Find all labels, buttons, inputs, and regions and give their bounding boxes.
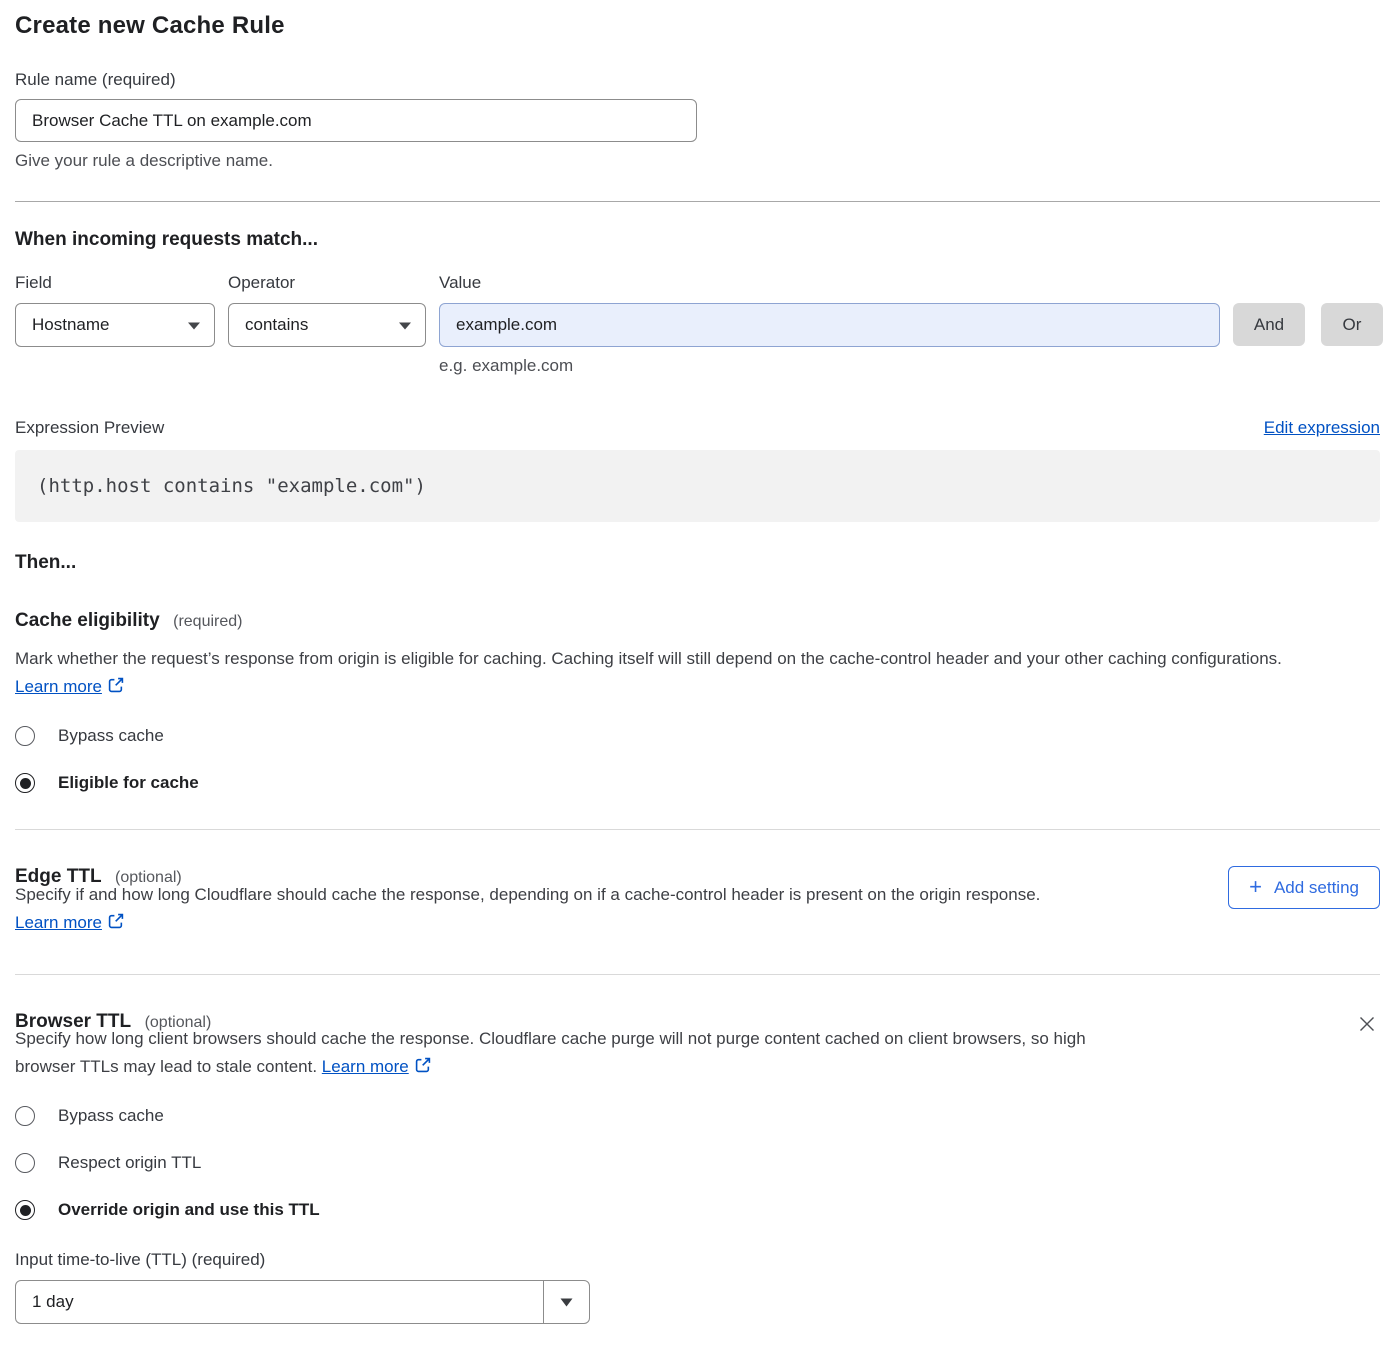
browser-ttl-radio-group: Bypass cache Respect origin TTL Override… — [15, 1106, 1380, 1220]
edge-ttl-description-text: Specify if and how long Cloudflare shoul… — [15, 885, 1040, 904]
radio-circle[interactable] — [15, 1153, 35, 1173]
rule-name-section: Rule name (required) Give your rule a de… — [15, 70, 1380, 171]
radio-bypass-cache[interactable]: Bypass cache — [15, 726, 1380, 746]
ttl-input-label: Input time-to-live (TTL) (required) — [15, 1250, 1380, 1270]
radio-eligible-for-cache[interactable]: Eligible for cache — [15, 773, 1380, 793]
ttl-select-value: 1 day — [16, 1281, 543, 1323]
and-button[interactable]: And — [1233, 303, 1305, 346]
ttl-select[interactable]: 1 day — [15, 1280, 590, 1324]
remove-browser-ttl-button[interactable] — [1354, 1011, 1380, 1037]
radio-browser-bypass-cache[interactable]: Bypass cache — [15, 1106, 1380, 1126]
add-setting-label: Add setting — [1274, 878, 1359, 898]
value-helper: e.g. example.com — [439, 356, 1220, 376]
external-link-icon — [108, 914, 124, 933]
operator-select[interactable]: contains — [228, 303, 426, 347]
browser-ttl-learn-more-link[interactable]: Learn more — [322, 1057, 409, 1076]
radio-respect-origin-ttl[interactable]: Respect origin TTL — [15, 1153, 1380, 1173]
edit-expression-link[interactable]: Edit expression — [1264, 418, 1380, 438]
external-link-icon — [108, 678, 124, 697]
rule-name-label: Rule name (required) — [15, 70, 1380, 90]
radio-label: Bypass cache — [58, 1106, 164, 1126]
match-heading: When incoming requests match... — [15, 229, 1380, 251]
then-heading: Then... — [15, 552, 1380, 574]
value-input[interactable] — [439, 303, 1220, 347]
add-setting-button[interactable]: + Add setting — [1228, 866, 1380, 909]
close-icon — [1356, 1013, 1378, 1035]
chevron-down-icon — [560, 1298, 573, 1307]
rule-name-input[interactable] — [15, 99, 697, 142]
field-select-value: Hostname — [32, 315, 109, 335]
plus-icon: + — [1249, 876, 1262, 898]
cache-eligibility-title: Cache eligibility — [15, 610, 160, 631]
radio-label: Bypass cache — [58, 726, 164, 746]
browser-ttl-description: Specify how long client browsers should … — [15, 1025, 1107, 1082]
cache-eligibility-description: Mark whether the request’s response from… — [15, 645, 1363, 702]
cache-eligibility-radio-group: Bypass cache Eligible for cache — [15, 726, 1380, 793]
page-title: Create new Cache Rule — [15, 12, 1380, 40]
field-column-label: Field — [15, 273, 215, 293]
field-select[interactable]: Hostname — [15, 303, 215, 347]
edge-ttl-learn-more-link[interactable]: Learn more — [15, 913, 102, 932]
cache-eligibility-qualifier: (required) — [173, 613, 242, 630]
radio-circle[interactable] — [15, 726, 35, 746]
match-builder-row: Field Operator Value Hostname contains A… — [15, 273, 1380, 376]
browser-ttl-description-text: Specify how long client browsers should … — [15, 1029, 1086, 1076]
ttl-select-arrow-segment[interactable] — [543, 1281, 589, 1323]
value-column-label: Value — [439, 273, 1220, 293]
or-button[interactable]: Or — [1321, 303, 1383, 346]
chevron-down-icon — [188, 315, 200, 335]
operator-select-value: contains — [245, 315, 308, 335]
expression-preview-code: (http.host contains "example.com") — [15, 450, 1380, 522]
section-divider — [15, 974, 1380, 975]
cache-eligibility-description-text: Mark whether the request’s response from… — [15, 649, 1282, 668]
expression-preview-label: Expression Preview — [15, 418, 164, 438]
radio-label: Respect origin TTL — [58, 1153, 201, 1173]
cache-eligibility-learn-more-link[interactable]: Learn more — [15, 677, 102, 696]
radio-circle-selected[interactable] — [15, 773, 35, 793]
rule-name-helper: Give your rule a descriptive name. — [15, 151, 1380, 171]
external-link-icon — [415, 1058, 431, 1077]
operator-column-label: Operator — [228, 273, 426, 293]
radio-override-origin-ttl[interactable]: Override origin and use this TTL — [15, 1200, 1380, 1220]
section-divider — [15, 829, 1380, 830]
radio-circle-selected[interactable] — [15, 1200, 35, 1220]
chevron-down-icon — [399, 315, 411, 335]
radio-circle[interactable] — [15, 1106, 35, 1126]
expression-preview-header: Expression Preview Edit expression — [15, 418, 1380, 438]
edge-ttl-description: Specify if and how long Cloudflare shoul… — [15, 881, 1120, 938]
section-divider — [15, 201, 1380, 202]
cache-eligibility-header: Cache eligibility (required) — [15, 610, 1380, 632]
radio-label: Override origin and use this TTL — [58, 1200, 320, 1220]
create-cache-rule-form: Create new Cache Rule Rule name (require… — [0, 0, 1400, 1342]
radio-label: Eligible for cache — [58, 773, 199, 793]
